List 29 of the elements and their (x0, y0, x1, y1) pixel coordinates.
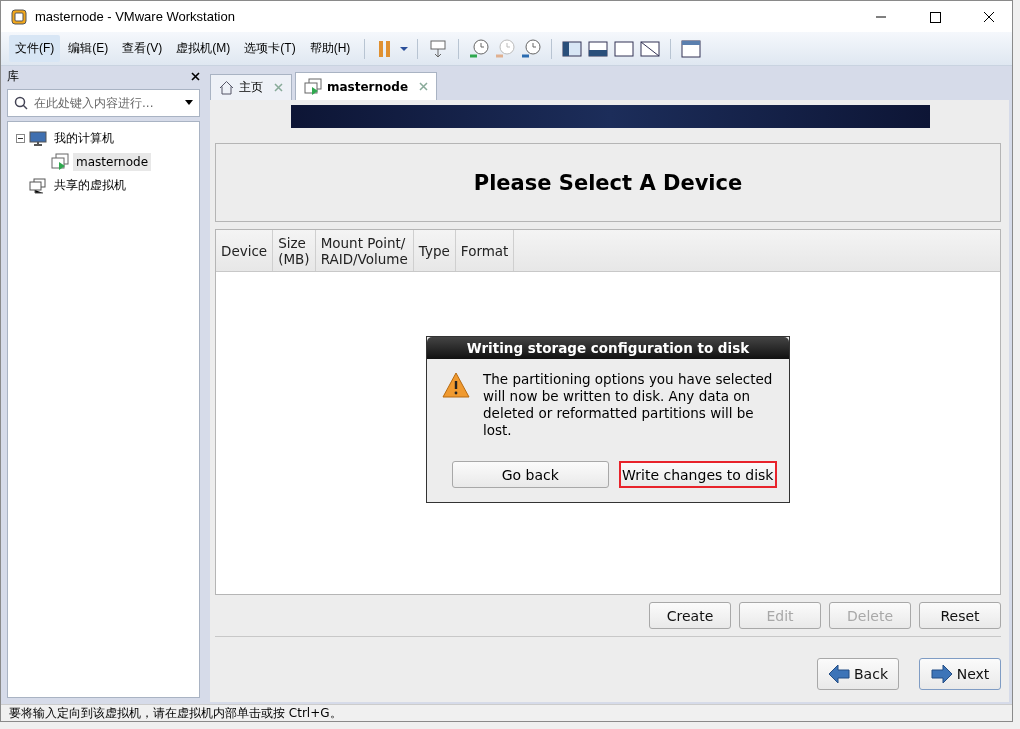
column-header[interactable]: Device (216, 230, 274, 271)
column-header[interactable]: Size (MB) (273, 230, 316, 271)
action-button[interactable]: Reset (919, 602, 1001, 629)
menu-item[interactable]: 选项卡(T) (238, 35, 302, 62)
column-header[interactable]: Mount Point/ RAID/Volume (315, 230, 414, 271)
tab[interactable]: 主页 (210, 74, 292, 100)
dialog-title: Writing storage configuration to disk (427, 337, 789, 359)
menu-item[interactable]: 编辑(E) (62, 35, 115, 62)
tree-item[interactable]: masternode (73, 153, 152, 171)
menu-item[interactable]: 文件(F) (9, 35, 61, 62)
library-title: 库 (7, 68, 19, 85)
menu-item[interactable]: 帮助(H) (303, 35, 357, 62)
window-title: masternode - VMware Workstation (35, 9, 236, 24)
tab[interactable]: masternode (295, 72, 438, 100)
column-header[interactable]: Type (413, 230, 456, 271)
menu-item[interactable]: 查看(V) (116, 35, 169, 62)
menu-item[interactable]: 虚拟机(M) (170, 35, 237, 62)
status-bar: 要将输入定向到该虚拟机，请在虚拟机内部单击或按 Ctrl+G。 (1, 704, 1012, 721)
search-field[interactable]: 在此处键入内容进行... (7, 89, 200, 117)
dialog-button[interactable]: Go back (452, 461, 609, 488)
dialog-message: The partitioning options you have selected will now be written to disk. Any data on deleted or reformatted partitions will be lost. (483, 371, 774, 439)
column-header[interactable]: Format (455, 230, 515, 271)
tree-item[interactable]: 共享的虚拟机 (51, 175, 129, 196)
nav-button[interactable]: Back (817, 658, 899, 690)
dialog-button[interactable]: Write changes to disk (618, 461, 777, 488)
page-heading: Please Select A Device (473, 170, 743, 195)
nav-button[interactable]: Next (919, 658, 1001, 690)
tree-item[interactable]: 我的计算机 (51, 128, 117, 149)
action-button[interactable]: Create (649, 602, 731, 629)
